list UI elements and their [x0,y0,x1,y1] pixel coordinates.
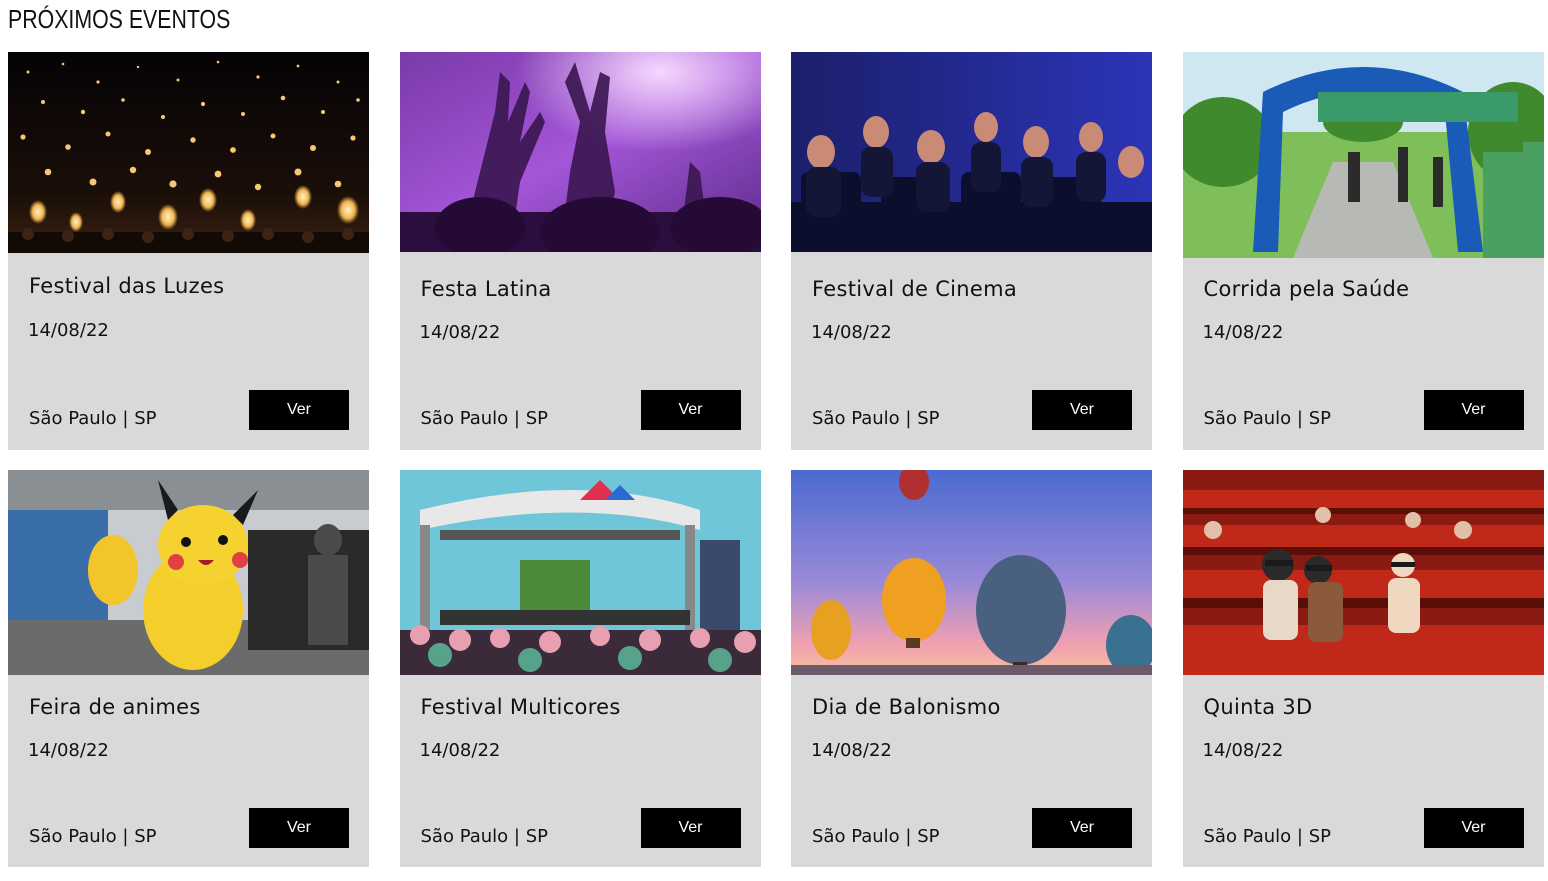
ver-button[interactable]: Ver [1423,390,1524,430]
section-title: PRÓXIMOS EVENTOS [8,4,231,34]
event-date: 14/08/22 [1202,740,1284,761]
event-card: Dia de Balonismo 14/08/22 São Paulo | SP… [791,470,1152,867]
event-date: 14/08/22 [1202,322,1284,343]
ver-button[interactable]: Ver [249,808,349,848]
ver-button[interactable]: Ver [640,390,741,430]
event-title: Quinta 3D [1203,695,1313,719]
event-location: São Paulo | SP [1203,408,1331,429]
events-grid: Festival das Luzes 14/08/22 São Paulo | … [8,52,1544,867]
event-card: Festival de Cinema 14/08/22 São Paulo | … [791,52,1152,450]
ver-button[interactable]: Ver [1423,808,1524,848]
event-title: Dia de Balonismo [812,695,1001,719]
ver-button[interactable]: Ver [1032,390,1132,430]
hot-air-balloons-photo[interactable] [791,470,1152,675]
3d-cinema-photo[interactable] [1182,470,1544,675]
event-location: São Paulo | SP [812,408,940,429]
event-location: São Paulo | SP [420,826,548,847]
ver-button[interactable]: Ver [1032,808,1132,848]
event-card: Festival das Luzes 14/08/22 São Paulo | … [8,52,369,450]
event-card: Corrida pela Saúde 14/08/22 São Paulo | … [1182,52,1544,450]
pikachu-parade-photo[interactable] [8,470,369,675]
ver-button[interactable]: Ver [249,390,349,430]
event-card: Quinta 3D 14/08/22 São Paulo | SP Ver [1182,470,1544,867]
event-card: Feira de animes 14/08/22 São Paulo | SP … [8,470,369,867]
event-date: 14/08/22 [811,322,892,343]
outdoor-stage-photo[interactable] [399,470,761,675]
race-finish-arch-photo[interactable] [1182,52,1544,258]
event-date: 14/08/22 [28,320,109,341]
event-location: São Paulo | SP [420,408,548,429]
event-location: São Paulo | SP [29,826,157,847]
event-title: Festa Latina [420,277,552,301]
event-title: Festival Multicores [420,695,621,719]
event-date: 14/08/22 [419,322,501,343]
event-date: 14/08/22 [28,740,109,761]
event-location: São Paulo | SP [1203,826,1331,847]
event-location: São Paulo | SP [29,408,157,429]
cinema-audience-photo[interactable] [791,52,1152,252]
event-date: 14/08/22 [811,740,892,761]
concert-crowd-photo[interactable] [399,52,761,252]
event-title: Festival das Luzes [29,274,225,298]
event-card: Festival Multicores 14/08/22 São Paulo |… [399,470,761,867]
event-title: Feira de animes [29,695,201,719]
event-date: 14/08/22 [419,740,501,761]
event-card: Festa Latina 14/08/22 São Paulo | SP Ver [399,52,761,450]
event-location: São Paulo | SP [812,826,940,847]
event-title: Festival de Cinema [812,277,1018,301]
ver-button[interactable]: Ver [640,808,741,848]
event-title: Corrida pela Saúde [1203,277,1410,301]
lanterns-photo[interactable] [8,52,369,253]
